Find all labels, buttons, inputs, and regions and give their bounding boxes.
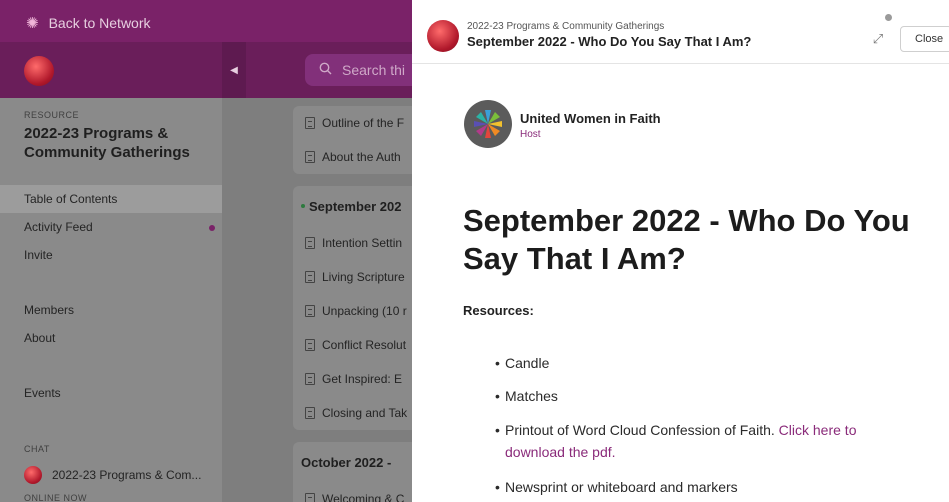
toc-item-label: Outline of the F bbox=[322, 116, 405, 130]
video-icon bbox=[305, 373, 315, 385]
toc-section-september: September 202 Intention Settin Living Sc… bbox=[293, 186, 412, 430]
document-icon bbox=[305, 237, 315, 249]
toc-item-label: Get Inspired: E bbox=[322, 372, 403, 386]
pinwheel-logo-icon bbox=[474, 110, 502, 138]
toc-item[interactable]: Get Inspired: E bbox=[293, 362, 412, 396]
resource-detail-panel: 2022-23 Programs & Community Gatherings … bbox=[412, 0, 949, 502]
document-icon bbox=[305, 407, 315, 419]
toc-item-label: About the Auth bbox=[322, 150, 401, 164]
chat-section-label: CHAT bbox=[24, 444, 50, 454]
breadcrumb[interactable]: 2022-23 Programs & Community Gatherings bbox=[467, 21, 664, 32]
sidebar-item-events[interactable]: Events bbox=[0, 379, 222, 407]
toc-item-label: Unpacking (10 r bbox=[322, 304, 407, 318]
toc-item[interactable]: Intention Settin bbox=[293, 226, 412, 260]
host-logo[interactable] bbox=[464, 100, 512, 148]
sidebar-item-activity-feed[interactable]: Activity Feed bbox=[0, 213, 222, 241]
list-item-text: Printout of Word Cloud Confession of Fai… bbox=[505, 422, 775, 438]
toc-item-label: Closing and Tak bbox=[322, 406, 408, 420]
document-icon bbox=[305, 305, 315, 317]
toc-section-header[interactable]: October 2022 - bbox=[293, 442, 412, 482]
chevron-left-icon: ◀ bbox=[230, 64, 238, 76]
document-icon bbox=[305, 271, 315, 283]
resource-title: 2022-23 Programs & Community Gatherings bbox=[24, 125, 190, 161]
list-item: • Candle bbox=[495, 355, 550, 371]
active-bullet-icon bbox=[301, 204, 305, 208]
document-icon bbox=[305, 339, 315, 351]
document-icon bbox=[305, 151, 315, 163]
toc-item-label: Living Scripture bbox=[322, 270, 405, 284]
toc-item[interactable]: About the Auth bbox=[293, 140, 412, 174]
toc-item[interactable]: Closing and Tak bbox=[293, 396, 412, 430]
toc-item[interactable]: Outline of the F bbox=[293, 106, 412, 140]
unread-dot bbox=[209, 225, 215, 231]
list-item: • Newsprint or whiteboard and markers bbox=[495, 479, 738, 495]
toc-section-title: September 202 bbox=[309, 198, 402, 214]
sidebar-item-invite[interactable]: Invite bbox=[0, 241, 222, 269]
collapse-sidebar-button[interactable]: ◀ bbox=[222, 42, 246, 98]
status-dot bbox=[885, 14, 892, 21]
resources-heading: Resources: bbox=[463, 303, 534, 318]
toc-item[interactable]: Conflict Resolut bbox=[293, 328, 412, 362]
document-icon bbox=[305, 117, 315, 129]
toc-section-october: October 2022 - Welcoming & C bbox=[293, 442, 412, 502]
sidebar-item-members[interactable]: Members bbox=[0, 296, 222, 324]
search-icon bbox=[319, 62, 332, 78]
toc-group-intro: Outline of the F About the Auth bbox=[293, 106, 412, 174]
expand-button[interactable]: ⤢ bbox=[867, 28, 889, 50]
back-to-network-link[interactable]: ✺ Back to Network bbox=[26, 14, 151, 32]
chat-item[interactable]: 2022-23 Programs & Com... bbox=[24, 466, 201, 484]
toc-section-header[interactable]: September 202 bbox=[293, 186, 412, 226]
toc-item[interactable]: Welcoming & C bbox=[293, 482, 412, 502]
document-icon bbox=[305, 493, 315, 502]
list-item: • Matches bbox=[495, 388, 558, 404]
toc-item-label: Welcoming & C bbox=[322, 492, 405, 502]
close-button[interactable]: Close bbox=[900, 26, 949, 52]
list-item: • Printout of Word Cloud Confession of Fa… bbox=[495, 422, 857, 460]
sidebar-item-label: Members bbox=[24, 303, 75, 317]
toc-item[interactable]: Living Scripture bbox=[293, 260, 412, 294]
sidebar-item-label: Events bbox=[24, 386, 61, 400]
list-item-text: Matches bbox=[505, 388, 558, 404]
chat-item-label: 2022-23 Programs & Com... bbox=[52, 468, 202, 482]
table-of-contents-panel: Outline of the F About the Auth Septembe… bbox=[222, 98, 412, 502]
search-placeholder: Search thi bbox=[342, 62, 406, 78]
list-item-text: Newsprint or whiteboard and markers bbox=[505, 479, 738, 495]
toc-item-label: Conflict Resolut bbox=[322, 338, 407, 352]
network-logo-icon: ✺ bbox=[26, 15, 39, 32]
group-logo[interactable] bbox=[24, 56, 54, 86]
sidebar: RESOURCE 2022-23 Programs & Community Ga… bbox=[0, 98, 222, 502]
sidebar-item-label: Activity Feed bbox=[24, 220, 93, 234]
toc-item-label: Intention Settin bbox=[322, 236, 403, 250]
search-input[interactable]: Search thi bbox=[305, 54, 425, 86]
resource-label: RESOURCE bbox=[24, 110, 80, 120]
resource-avatar bbox=[427, 20, 459, 52]
list-item-text: Candle bbox=[505, 355, 550, 371]
sidebar-item-label: Invite bbox=[24, 248, 53, 262]
article-title: September 2022 - Who Do You Say That I A… bbox=[463, 203, 910, 276]
host-role: Host bbox=[520, 129, 541, 140]
online-now-label: ONLINE NOW bbox=[24, 493, 88, 502]
panel-header: 2022-23 Programs & Community Gatherings … bbox=[412, 0, 949, 64]
sidebar-item-table-of-contents[interactable]: Table of Contents bbox=[0, 185, 222, 213]
sidebar-item-label: About bbox=[24, 331, 56, 345]
host-name[interactable]: United Women in Faith bbox=[520, 111, 661, 126]
toc-item[interactable]: Unpacking (10 r bbox=[293, 294, 412, 328]
expand-icon: ⤢ bbox=[872, 31, 884, 46]
back-label: Back to Network bbox=[48, 15, 151, 31]
sidebar-item-about[interactable]: About bbox=[0, 324, 222, 352]
toc-section-title: October 2022 - bbox=[301, 454, 392, 470]
sidebar-item-label: Table of Contents bbox=[24, 192, 118, 206]
panel-title: September 2022 - Who Do You Say That I A… bbox=[467, 34, 752, 49]
chat-avatar bbox=[24, 466, 42, 484]
